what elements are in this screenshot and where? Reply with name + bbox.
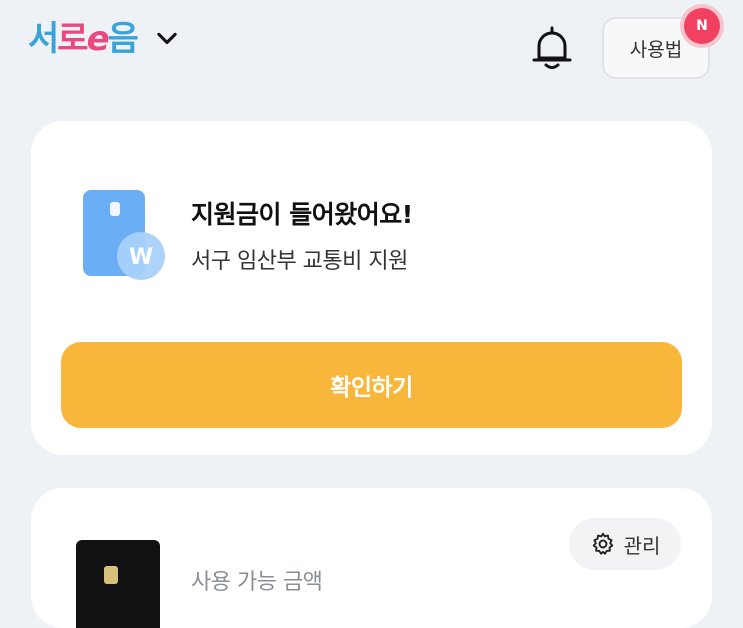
logo-char-3: e <box>86 19 110 59</box>
confirm-label: 확인하기 <box>330 375 413 401</box>
logo-char-2: 로 <box>57 19 88 59</box>
new-badge: N <box>684 8 720 44</box>
chevron-down-icon <box>157 32 177 45</box>
manage-label: 관리 <box>623 533 661 558</box>
balance-label: 사용 가능 금액 <box>191 570 323 595</box>
subsidy-notification-card: W 지원금이 들어왔어요! 서구 임산부 교통비 지원 확인하기 <box>31 121 712 455</box>
card-chip <box>104 566 118 584</box>
region-selector[interactable]: 서로e음 <box>28 22 181 56</box>
logo-char-4: 음 <box>107 19 139 59</box>
manage-button[interactable]: 관리 <box>569 518 681 570</box>
gear-icon <box>592 532 613 555</box>
logo-char-1: 서 <box>28 19 59 59</box>
app-header: 서로e음 사용법 N <box>0 0 743 100</box>
card-wallet-icon: W <box>83 190 165 280</box>
payment-card-image[interactable] <box>76 540 160 628</box>
help-label: 사용법 <box>629 38 683 61</box>
bell-icon[interactable] <box>530 24 574 72</box>
confirm-button[interactable]: 확인하기 <box>61 342 682 428</box>
app-logo: 서로e음 <box>28 19 139 59</box>
notification-subtitle: 서구 임산부 교통비 지원 <box>191 249 408 274</box>
won-symbol: W <box>129 245 153 270</box>
balance-card: 관리 사용 가능 금액 <box>31 488 712 628</box>
notification-title: 지원금이 들어왔어요! <box>191 200 413 229</box>
